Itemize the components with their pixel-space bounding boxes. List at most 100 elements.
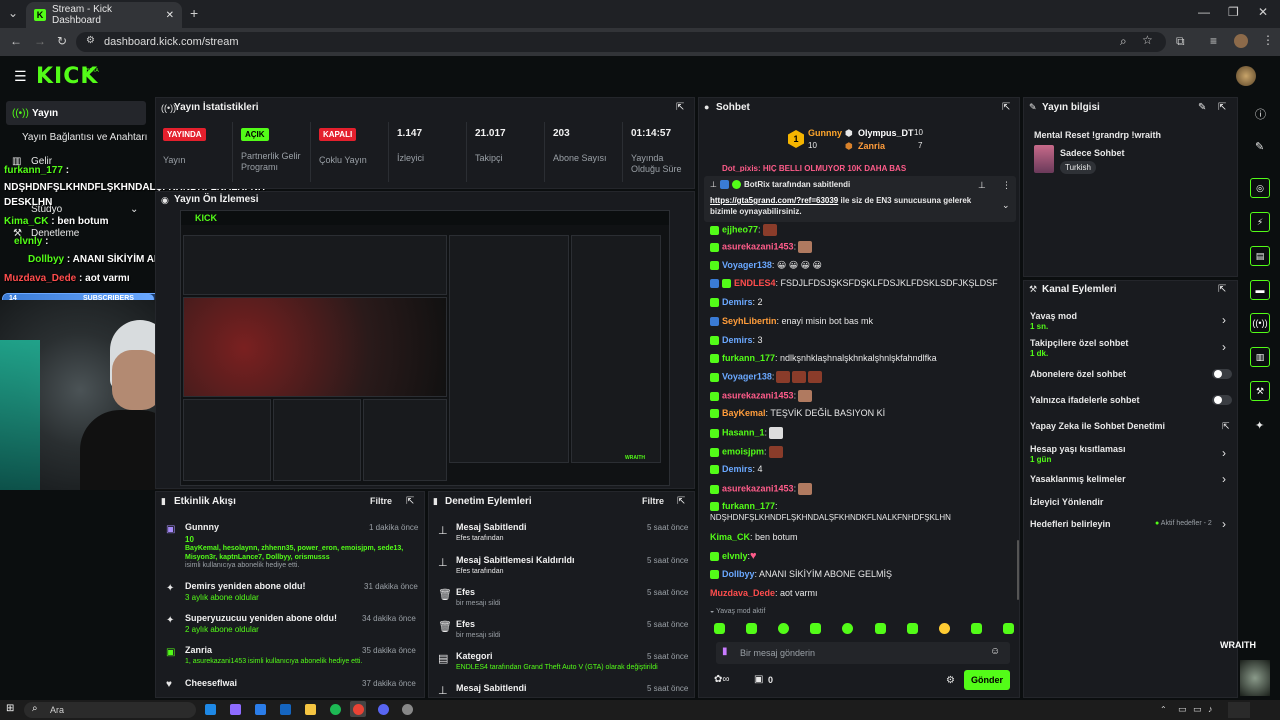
chevron-down-icon[interactable]: ⌄	[130, 204, 138, 215]
action-banned-words[interactable]: Yasaklanmış kelimeler	[1030, 474, 1126, 484]
emote-icon[interactable]	[810, 623, 822, 634]
chat-username[interactable]: SeyhLibertin	[722, 316, 777, 326]
start-menu-icon[interactable]: ⊞	[6, 703, 14, 714]
rail-lightning-button[interactable]: ⚡	[1250, 212, 1270, 232]
reload-icon[interactable]: ↻	[57, 34, 67, 48]
site-info-icon[interactable]: ⚙	[86, 35, 95, 46]
emoji-picker-icon[interactable]: ☺	[990, 646, 1000, 657]
new-tab-button[interactable]: +	[190, 5, 198, 21]
edit-pencil-icon[interactable]: ✎	[1198, 102, 1206, 113]
copilot-app-icon[interactable]	[230, 704, 241, 715]
send-button[interactable]: Gönder	[964, 670, 1010, 690]
browser-tab[interactable]: K Stream - Kick Dashboard ✕	[26, 2, 182, 28]
stream-preview-video[interactable]: KICK WRAITH	[180, 210, 670, 486]
chat-username[interactable]: elvnly	[722, 551, 748, 561]
rail-document-button[interactable]: ▤	[1250, 246, 1270, 266]
action-raid[interactable]: İzleyici Yönlendir	[1030, 497, 1103, 507]
emote-icon[interactable]	[1002, 623, 1014, 634]
popout-icon[interactable]: ⇱	[406, 496, 414, 507]
action-slow-mode[interactable]: Yavaş mod 1 sn.	[1030, 311, 1077, 331]
chat-username[interactable]: Demirs	[722, 464, 753, 474]
chat-username[interactable]: ejjheo77	[722, 224, 758, 234]
chat-username[interactable]: emoisjpm	[722, 446, 764, 456]
rail-broadcast-button[interactable]: ((•))	[1250, 313, 1270, 333]
chrome-app-icon[interactable]	[353, 704, 364, 715]
outlook-app-icon[interactable]	[280, 704, 291, 715]
tab-search-icon[interactable]: ⌄	[8, 6, 18, 20]
user-avatar[interactable]	[1236, 66, 1256, 86]
popout-icon[interactable]: ⇱	[676, 102, 684, 113]
media-icon[interactable]: ≡	[1210, 34, 1217, 48]
bookmark-star-icon[interactable]: ☆	[1142, 33, 1153, 47]
top-gifter-1[interactable]: Gunnny	[808, 128, 842, 138]
chat-username[interactable]: asurekazani1453	[722, 483, 794, 493]
chevron-right-icon[interactable]: ›	[1222, 446, 1226, 460]
emote-icon[interactable]	[714, 623, 725, 634]
store-app-icon[interactable]	[255, 704, 266, 715]
moderation-filter-button[interactable]: Filtre	[642, 496, 664, 506]
external-link-icon[interactable]: ⇱	[1222, 421, 1230, 432]
chat-username[interactable]: Dollbyy	[722, 569, 755, 579]
hamburger-menu-icon[interactable]: ☰	[14, 68, 27, 85]
chevron-right-icon[interactable]: ›	[1222, 340, 1226, 354]
browser-menu-icon[interactable]: ⋮	[1262, 33, 1274, 47]
chat-username[interactable]: asurekazani1453	[722, 390, 794, 400]
chevron-right-icon[interactable]: ›	[1222, 313, 1226, 327]
top-gifter-2[interactable]: Olympus_DT	[858, 128, 914, 138]
popout-icon[interactable]: ⇱	[1218, 102, 1226, 113]
chevron-right-icon[interactable]: ›	[1222, 472, 1226, 486]
emote-icon[interactable]	[842, 623, 854, 634]
popout-icon[interactable]: ⇱	[1002, 102, 1010, 113]
top-gifter-3[interactable]: Zanria	[858, 141, 885, 151]
obs-app-icon[interactable]	[402, 704, 413, 715]
action-followers-only[interactable]: Takipçilere özel sohbet 1 dk.	[1030, 338, 1128, 358]
chevron-right-icon[interactable]: ›	[1222, 517, 1226, 531]
chat-username[interactable]: Kima_CK	[710, 532, 750, 542]
emote-icon[interactable]	[938, 623, 950, 634]
info-circle-icon[interactable]: ⓘ	[1255, 106, 1266, 122]
gift-icon[interactable]: ▣	[754, 674, 763, 685]
more-options-icon[interactable]: ⋮	[1002, 180, 1011, 191]
minimize-icon[interactable]: —	[1198, 5, 1210, 19]
popout-icon[interactable]: ⇱	[1218, 284, 1226, 295]
emote-icon[interactable]	[970, 623, 982, 634]
back-icon[interactable]: ←	[10, 34, 22, 48]
chat-username[interactable]: ENDLES4	[734, 278, 776, 288]
taskbar-search-box[interactable]: Ara	[24, 702, 196, 718]
sidebar-item-stream-key[interactable]: Yayın Bağlantısı ve Anahtarı	[22, 132, 147, 143]
edge-app-icon[interactable]	[205, 704, 216, 715]
chat-username[interactable]: BayKemal	[722, 408, 766, 418]
channel-points-icon[interactable]: ✿∞	[714, 674, 730, 685]
chat-scrollbar[interactable]	[1017, 540, 1019, 600]
chevron-down-icon[interactable]: ⌄	[1002, 200, 1010, 211]
emote-icon[interactable]	[874, 623, 886, 634]
rail-chat-button[interactable]: ▬	[1250, 280, 1270, 300]
clock-area[interactable]	[1228, 702, 1250, 718]
pin-action-icon[interactable]: ⊥	[978, 180, 986, 191]
tray-app-icon[interactable]: ▭	[1178, 704, 1187, 715]
chat-username[interactable]: Demirs	[722, 335, 753, 345]
action-set-goals[interactable]: Hedefleri belirleyin	[1030, 519, 1111, 529]
rail-mod-button[interactable]: ▥	[1250, 347, 1270, 367]
rail-wrench-button[interactable]: ⚒	[1250, 381, 1270, 401]
popout-icon[interactable]: ⇱	[677, 496, 685, 507]
system-tray-chevron-icon[interactable]: ⌃	[1160, 705, 1167, 714]
chat-username[interactable]: Demirs	[722, 297, 753, 307]
more-icon[interactable]: ✦	[1255, 419, 1264, 432]
emote-icon[interactable]	[746, 623, 758, 634]
close-window-icon[interactable]: ✕	[1258, 5, 1268, 19]
explorer-app-icon[interactable]	[305, 704, 316, 715]
chat-username[interactable]: Voyager138	[722, 260, 772, 270]
action-account-age[interactable]: Hesap yaşı kısıtlaması 1 gün	[1030, 444, 1126, 464]
zoom-icon[interactable]: ⌕	[1120, 34, 1127, 49]
profile-avatar[interactable]	[1234, 34, 1248, 48]
chat-username[interactable]: Hasann_1	[722, 427, 765, 437]
chat-username[interactable]: furkann_177	[722, 353, 775, 363]
chat-username[interactable]: furkann_177	[722, 501, 775, 511]
chat-settings-gear-icon[interactable]: ⚙	[946, 675, 955, 686]
forward-icon[interactable]: →	[34, 34, 46, 48]
maximize-icon[interactable]: ❐	[1228, 5, 1239, 19]
volume-icon[interactable]: ♪	[1208, 704, 1213, 714]
tray-app-icon[interactable]: ▭	[1193, 704, 1202, 715]
microphone-icon[interactable]: ▮	[722, 646, 728, 657]
